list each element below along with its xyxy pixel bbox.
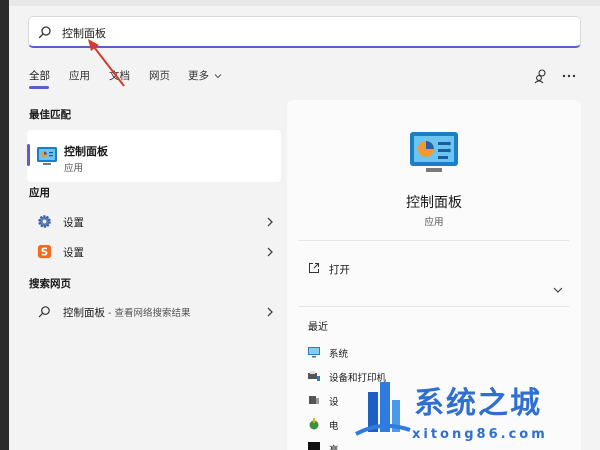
search-icon	[38, 306, 50, 318]
monitor-icon	[308, 347, 320, 358]
recent-heading: 最近	[308, 322, 328, 333]
watermark-logo	[355, 382, 411, 436]
window-edge-left	[0, 0, 9, 450]
recent-item[interactable]: 系统	[307, 343, 567, 361]
chevron-right-icon[interactable]	[265, 246, 275, 258]
detail-title: 控制面板	[406, 195, 462, 211]
recent-item-label: 电	[329, 421, 339, 432]
recent-item-label: 设	[329, 397, 339, 408]
best-match-result[interactable]: 控制面板 应用	[27, 130, 281, 182]
web-result-query: 控制面板	[63, 307, 105, 319]
tab-documents[interactable]: 文档	[109, 68, 130, 83]
recent-item-label: 系统	[329, 349, 349, 360]
web-result-hint: - 查看网络搜索结果	[105, 308, 191, 319]
watermark: 系统之城 xitong86.com	[352, 372, 597, 448]
tab-more-label: 更多	[188, 70, 209, 82]
section-best-match: 最佳匹配	[29, 109, 71, 121]
power-icon	[309, 418, 319, 430]
more-options-icon[interactable]	[560, 67, 578, 85]
chevron-right-icon[interactable]	[265, 216, 275, 228]
printer-icon	[308, 371, 320, 381]
open-external-icon	[309, 263, 319, 273]
section-web-search: 搜索网页	[29, 278, 71, 290]
sogou-icon: S	[37, 244, 52, 258]
chevron-right-icon[interactable]	[265, 306, 275, 318]
control-panel-icon	[410, 132, 458, 172]
watermark-brand: 系统之城	[414, 386, 542, 421]
open-label: 打开	[329, 264, 350, 276]
detail-type: 应用	[424, 217, 444, 228]
app-result-settings[interactable]: 设置	[27, 208, 281, 236]
tab-active-indicator	[29, 86, 49, 89]
tab-all[interactable]: 全部	[29, 68, 50, 83]
best-match-name: 控制面板	[64, 145, 108, 158]
web-search-result[interactable]: 控制面板 - 查看网络搜索结果	[27, 298, 281, 326]
search-input[interactable]: 控制面板	[28, 16, 581, 48]
tab-web[interactable]: 网页	[149, 68, 170, 83]
app-result-sogou-settings[interactable]: S 设置	[27, 238, 281, 266]
account-switch-icon[interactable]	[532, 67, 550, 85]
search-icon	[38, 26, 51, 39]
search-query-text: 控制面板	[62, 27, 106, 40]
app-result-label: 设置	[63, 217, 84, 229]
chevron-down-icon	[214, 74, 222, 79]
divider	[299, 306, 569, 307]
control-panel-icon	[37, 147, 57, 165]
svg-text:S: S	[41, 246, 48, 258]
section-apps: 应用	[29, 187, 50, 199]
best-match-type: 应用	[64, 163, 84, 174]
gear-icon	[38, 215, 51, 228]
black-square-icon	[308, 442, 320, 450]
divider	[299, 240, 569, 241]
tab-apps[interactable]: 应用	[69, 68, 90, 83]
selection-indicator	[27, 144, 30, 166]
tab-more[interactable]: 更多	[188, 68, 222, 83]
web-result-label: 控制面板 - 查看网络搜索结果	[63, 305, 190, 320]
watermark-url: xitong86.com	[412, 427, 548, 442]
device-icon	[309, 396, 319, 404]
recent-item-label: 高	[329, 442, 339, 450]
app-result-label: 设置	[63, 247, 84, 259]
chevron-down-icon[interactable]	[553, 286, 563, 294]
